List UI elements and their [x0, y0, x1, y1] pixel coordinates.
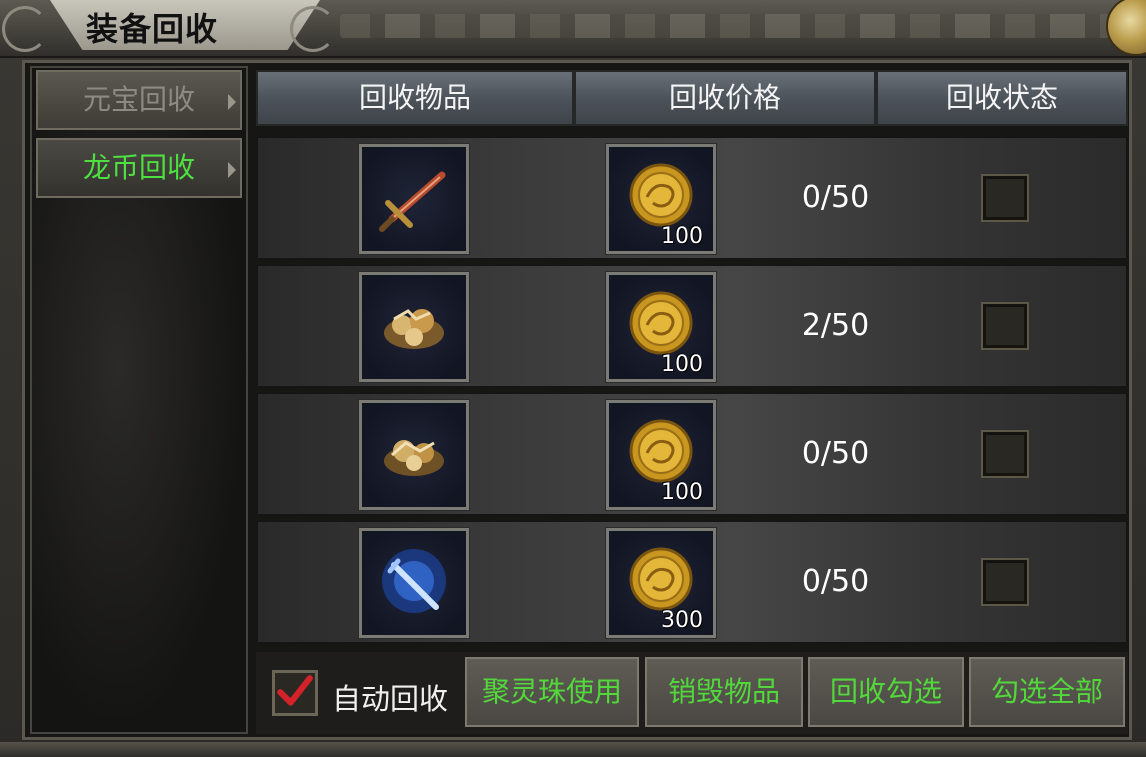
- auto-recycle-checkbox[interactable]: [272, 670, 318, 716]
- recycle-status-checkbox[interactable]: [981, 558, 1029, 606]
- blue-aura-sword-icon: [382, 549, 446, 613]
- tab-dragon-coin-recycle[interactable]: 龙币回收: [36, 138, 242, 198]
- ornament-swirl-icon: [290, 6, 336, 52]
- treasure-pile-icon: [384, 309, 444, 349]
- header-status: 回收状态: [876, 70, 1128, 126]
- price-value: 100: [661, 480, 703, 505]
- recycle-status-checkbox[interactable]: [981, 430, 1029, 478]
- price-slot: 100: [605, 399, 717, 511]
- use-spirit-orb-button[interactable]: 聚灵珠使用: [465, 657, 639, 727]
- ornament-swirl-icon: [2, 6, 48, 52]
- price-value: 100: [661, 352, 703, 377]
- recycle-selected-button[interactable]: 回收勾选: [808, 657, 964, 727]
- destroy-items-button[interactable]: 销毁物品: [645, 657, 803, 727]
- treasure-pile-icon: [384, 440, 444, 476]
- table-row: 300 0/50: [256, 520, 1128, 644]
- item-slot[interactable]: [358, 399, 470, 511]
- recycle-count: 0/50: [801, 564, 870, 599]
- recycle-status-checkbox[interactable]: [981, 302, 1029, 350]
- title-bar: 装备回收: [0, 0, 1146, 58]
- window-bottom-border: [0, 742, 1146, 757]
- price-slot: 100: [605, 143, 717, 255]
- close-icon[interactable]: [1106, 0, 1146, 56]
- sword-icon: [379, 171, 446, 232]
- header-price: 回收价格: [574, 70, 876, 126]
- recycle-count: 0/50: [801, 180, 870, 215]
- auto-recycle-label: 自动回收: [332, 682, 449, 716]
- chevron-right-icon: [228, 94, 236, 110]
- price-slot: 300: [605, 527, 717, 639]
- price-value: 100: [661, 224, 703, 249]
- title-ornament: [340, 14, 1110, 38]
- recycle-count: 0/50: [801, 436, 870, 471]
- tab-label: 元宝回收: [82, 83, 195, 116]
- recycle-count: 2/50: [801, 308, 870, 343]
- select-all-button[interactable]: 勾选全部: [969, 657, 1125, 727]
- item-slot[interactable]: [358, 271, 470, 383]
- window-title: 装备回收: [86, 10, 219, 48]
- price-value: 300: [661, 608, 703, 633]
- chevron-right-icon: [228, 162, 236, 178]
- item-slot[interactable]: [358, 527, 470, 639]
- tab-yuanbao-recycle[interactable]: 元宝回收: [36, 70, 242, 130]
- table-row: 100 0/50: [256, 392, 1128, 516]
- tab-label: 龙币回收: [82, 151, 195, 184]
- check-mark-icon: [277, 675, 313, 706]
- table-row: 100 0/50: [256, 136, 1128, 260]
- item-slot[interactable]: [358, 143, 470, 255]
- price-slot: 100: [605, 271, 717, 383]
- recycle-status-checkbox[interactable]: [981, 174, 1029, 222]
- header-item: 回收物品: [256, 70, 574, 126]
- table-row: 100 2/50: [256, 264, 1128, 388]
